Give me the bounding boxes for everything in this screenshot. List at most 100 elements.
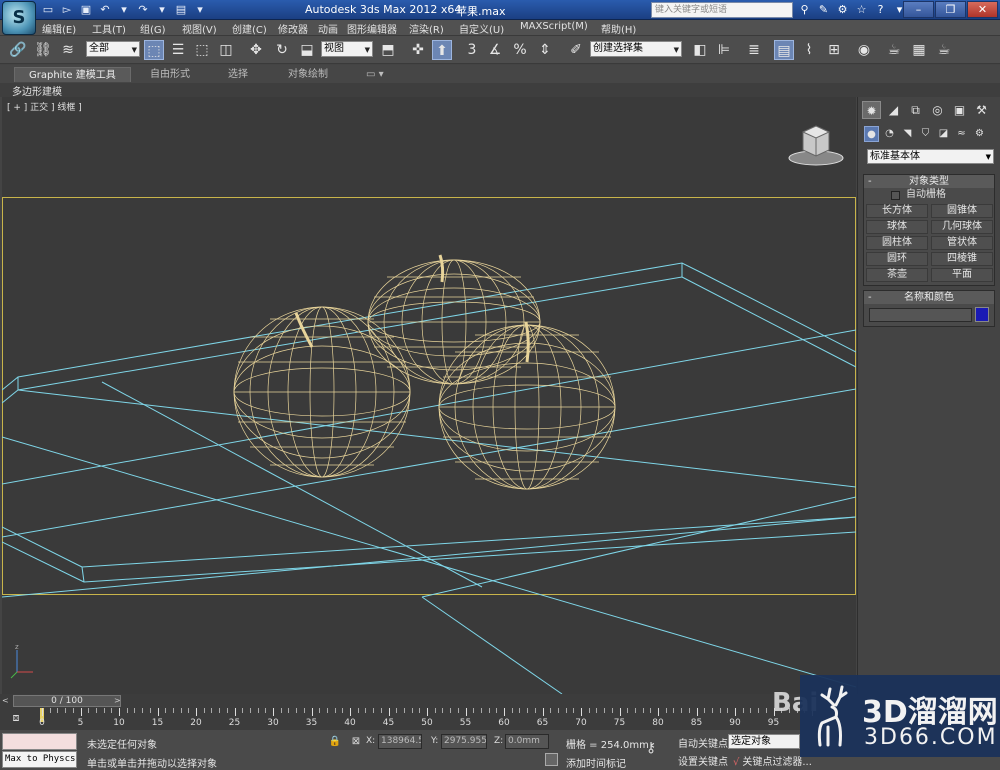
set-key-button[interactable]: 设置关键点 <box>678 753 728 768</box>
plane-button[interactable]: 平面 <box>931 268 993 282</box>
customize-qat-icon[interactable]: ▾ <box>192 2 208 17</box>
curve-editor-icon[interactable]: ⌇ <box>799 40 819 60</box>
time-slider-thumb[interactable]: 0 / 100 <box>13 695 121 707</box>
menu-help[interactable]: 帮助(H) <box>601 21 636 36</box>
binoculars-icon[interactable]: ⚲ <box>797 2 812 17</box>
menu-customize[interactable]: 自定义(U) <box>459 21 504 36</box>
schematic-view-icon[interactable]: ⊞ <box>824 40 844 60</box>
new-file-icon[interactable]: ▭ <box>40 2 56 17</box>
cone-button[interactable]: 圆锥体 <box>931 204 993 218</box>
restore-button[interactable]: ❐ <box>935 1 966 18</box>
favorites-star-icon[interactable]: ☆ <box>854 2 869 17</box>
rendered-frame-window-icon[interactable]: ▦ <box>909 40 929 60</box>
add-time-tag-icon[interactable] <box>545 753 558 766</box>
help-icon[interactable]: ? <box>873 2 888 17</box>
menu-group[interactable]: 组(G) <box>140 21 166 36</box>
open-file-icon[interactable]: ▻ <box>59 2 75 17</box>
object-color-swatch[interactable] <box>975 307 989 322</box>
named-selection-sets-dropdown[interactable]: 创建选择集 <box>590 41 682 57</box>
keyboard-shortcut-override-icon[interactable]: ⬆ <box>432 40 452 60</box>
create-tab-icon[interactable]: ✹ <box>862 101 881 119</box>
snaps-toggle-icon[interactable]: 3 <box>462 40 482 60</box>
maxscript-listener-input[interactable] <box>2 733 77 750</box>
tab-object-paint[interactable]: 对象绘制 <box>274 67 342 82</box>
select-by-name-icon[interactable]: ☰ <box>168 40 188 60</box>
pyramid-button[interactable]: 四棱锥 <box>931 252 993 266</box>
window-crossing-icon[interactable]: ◫ <box>216 40 236 60</box>
viewcube-icon[interactable] <box>787 122 845 166</box>
undo-dropdown-icon[interactable]: ▾ <box>116 2 132 17</box>
tube-button[interactable]: 管状体 <box>931 236 993 250</box>
key-selection-dropdown[interactable]: 选定对象 <box>728 734 800 749</box>
autogrid-checkbox[interactable]: 自动栅格 <box>864 188 994 202</box>
subscription-icon[interactable]: ⚙ <box>835 2 850 17</box>
graphite-toggle-icon[interactable]: ▤ <box>774 40 794 60</box>
menu-modifiers[interactable]: 修改器 <box>278 21 308 36</box>
helpers-icon[interactable]: ◪ <box>936 126 951 142</box>
systems-icon[interactable]: ⚙ <box>972 126 987 142</box>
pivot-center-icon[interactable]: ⬒ <box>378 40 398 60</box>
bind-space-warp-icon[interactable]: ≋ <box>58 40 78 60</box>
redo-icon[interactable]: ↷ <box>135 2 151 17</box>
shapes-icon[interactable]: ◔ <box>882 126 897 142</box>
search-input[interactable]: 键入关键字或短语 <box>651 2 793 18</box>
z-coord-field[interactable]: 0.0mm <box>505 734 549 749</box>
hierarchy-tab-icon[interactable]: ⧉ <box>906 101 925 119</box>
auto-key-button[interactable]: 自动关键点 <box>678 735 728 750</box>
geometry-icon[interactable]: ● <box>864 126 879 142</box>
set-key-icon[interactable]: ⚷ <box>646 740 656 756</box>
undo-icon[interactable]: ↶ <box>97 2 113 17</box>
maxscript-mini-output[interactable]: Max to Physcs ( <box>2 751 77 768</box>
teapot-button[interactable]: 茶壶 <box>866 268 928 282</box>
lights-icon[interactable]: ◥ <box>900 126 915 142</box>
add-time-tag[interactable]: 添加时间标记 <box>566 755 626 770</box>
move-icon[interactable]: ✥ <box>246 40 266 60</box>
geosphere-button[interactable]: 几何球体 <box>931 220 993 234</box>
transform-mode-icon[interactable]: ⊠ <box>349 735 363 749</box>
space-warps-icon[interactable]: ≈ <box>954 126 969 142</box>
time-slider-next-icon[interactable]: > <box>114 696 121 705</box>
object-name-input[interactable] <box>869 308 972 322</box>
name-color-header[interactable]: - 名称和颜色 <box>864 291 994 304</box>
box-button[interactable]: 长方体 <box>866 204 928 218</box>
torus-button[interactable]: 圆环 <box>866 252 928 266</box>
mirror-icon[interactable]: ◧ <box>690 40 710 60</box>
menu-tools[interactable]: 工具(T) <box>92 21 126 36</box>
tab-graphite-modeling[interactable]: Graphite 建模工具 <box>14 67 131 82</box>
link-icon[interactable]: 🔗 <box>8 40 28 60</box>
tab-selection[interactable]: 选择 <box>214 67 262 82</box>
redo-dropdown-icon[interactable]: ▾ <box>154 2 170 17</box>
motion-tab-icon[interactable]: ◎ <box>928 101 947 119</box>
polygon-modeling-label[interactable]: 多边形建模 <box>12 83 62 98</box>
x-coord-field[interactable]: 138964.52 <box>378 734 422 749</box>
percent-snap-icon[interactable]: % <box>510 40 530 60</box>
menu-create[interactable]: 创建(C) <box>232 21 267 36</box>
cylinder-button[interactable]: 圆柱体 <box>866 236 928 250</box>
mini-curve-editor-icon[interactable]: ⧈ <box>6 711 26 727</box>
frame-ruler[interactable]: 0 5 10 15 20 25 30 35 40 45 50 55 60 65 70 75 80 85 90 95 <box>39 708 813 730</box>
application-menu-button[interactable]: S <box>2 1 36 35</box>
select-object-icon[interactable]: ⬚ <box>144 40 164 60</box>
align-icon[interactable]: ⊫ <box>714 40 734 60</box>
layer-manager-icon[interactable]: ≣ <box>744 40 764 60</box>
angle-snap-icon[interactable]: ∡ <box>485 40 505 60</box>
menu-maxscript[interactable]: MAXScript(M) <box>520 21 588 32</box>
primitive-category-dropdown[interactable]: 标准基本体 <box>867 149 994 164</box>
scale-icon[interactable]: ⬓ <box>297 40 317 60</box>
project-folder-icon[interactable]: ▤ <box>173 2 189 17</box>
save-file-icon[interactable]: ▣ <box>78 2 94 17</box>
menu-graph-editors[interactable]: 图形编辑器 <box>347 21 397 36</box>
selection-lock-icon[interactable]: 🔒 <box>328 735 342 749</box>
rectangular-selection-icon[interactable]: ⬚ <box>192 40 212 60</box>
render-setup-icon[interactable]: ☕ <box>884 40 904 60</box>
time-slider-prev-icon[interactable]: < <box>2 696 11 706</box>
display-tab-icon[interactable]: ▣ <box>950 101 969 119</box>
cameras-icon[interactable]: ⛉ <box>918 126 933 142</box>
perspective-viewport[interactable]: [ + ] 正交 ] 线框 ] z <box>2 97 856 694</box>
menu-animation[interactable]: 动画 <box>318 21 338 36</box>
menu-rendering[interactable]: 渲染(R) <box>409 21 444 36</box>
rotate-icon[interactable]: ↻ <box>272 40 292 60</box>
close-button[interactable]: ✕ <box>967 1 998 18</box>
tools-icon[interactable]: ✎ <box>816 2 831 17</box>
object-type-header[interactable]: - 对象类型 <box>864 175 994 188</box>
